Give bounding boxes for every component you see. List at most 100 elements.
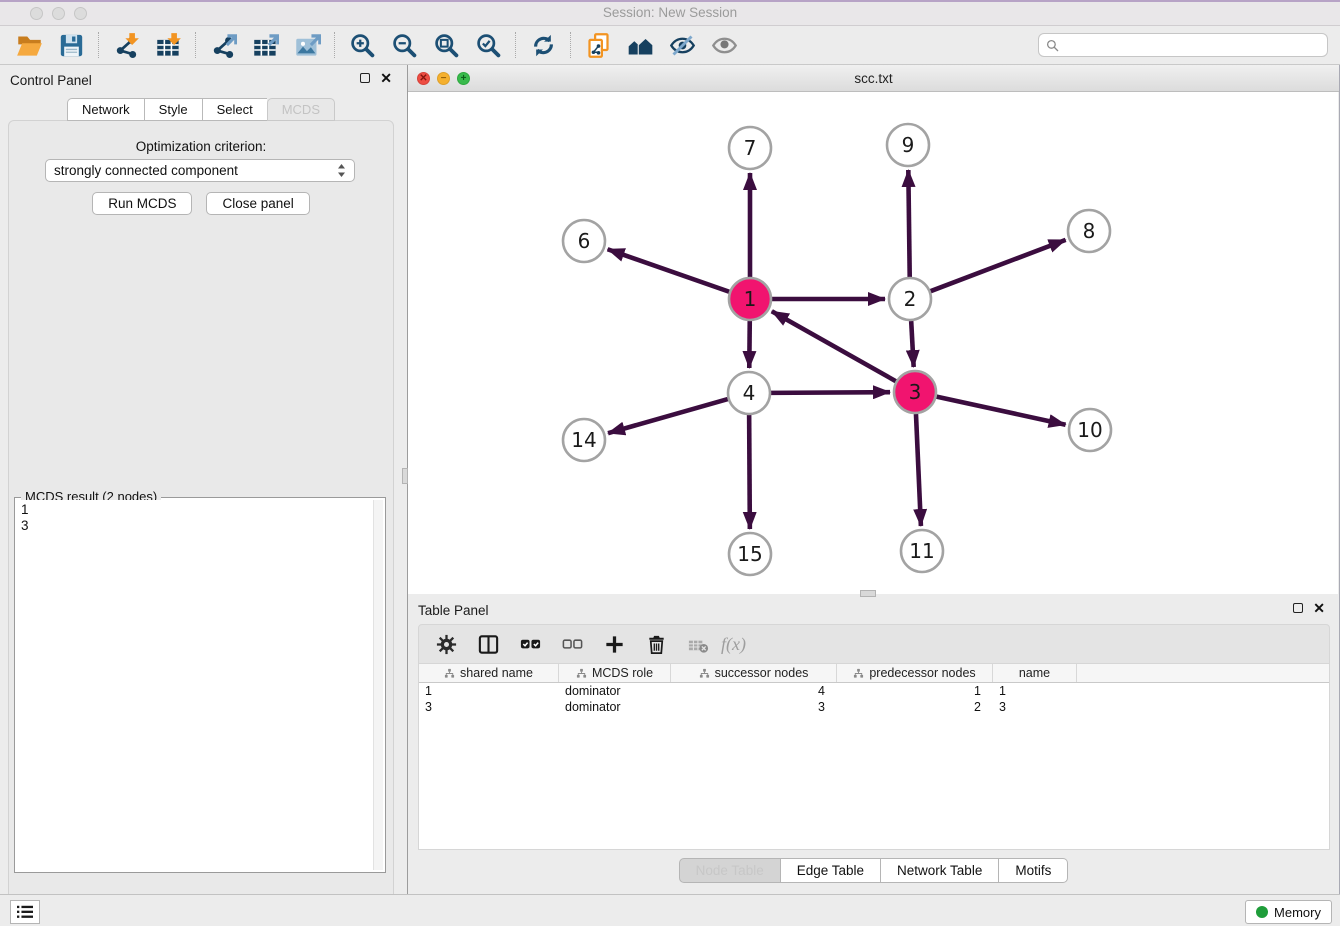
table-toolbar: f(x) bbox=[418, 624, 1330, 664]
table-row[interactable]: 1dominator411 bbox=[419, 683, 1329, 699]
mcds-result-box: MCDS result (2 nodes) 13 bbox=[14, 497, 386, 873]
table-panel-float-icon[interactable] bbox=[1293, 603, 1303, 613]
network-window-titlebar[interactable]: ✕ − + scc.txt bbox=[408, 65, 1339, 92]
graph-node-label-11: 11 bbox=[909, 539, 934, 563]
zoom-fit-icon[interactable] bbox=[425, 29, 467, 61]
refresh-view-icon[interactable] bbox=[522, 29, 564, 61]
control-tab-select[interactable]: Select bbox=[202, 98, 267, 121]
function-builder-icon[interactable]: f(x) bbox=[721, 634, 746, 655]
delete-rows-icon[interactable] bbox=[637, 629, 675, 659]
memory-label: Memory bbox=[1274, 905, 1321, 920]
edge-4-15[interactable] bbox=[749, 415, 750, 529]
table-tab-edge-table[interactable]: Edge Table bbox=[781, 858, 881, 883]
optimization-criterion-select[interactable]: strongly connected component bbox=[45, 159, 355, 182]
search-input[interactable] bbox=[1064, 35, 1327, 55]
column-header-MCDS-role[interactable]: MCDS role bbox=[559, 664, 671, 682]
export-network-icon[interactable] bbox=[202, 29, 244, 61]
toolbar-separator bbox=[570, 32, 571, 58]
column-header-predecessor-nodes[interactable]: predecessor nodes bbox=[837, 664, 993, 682]
save-session-icon[interactable] bbox=[50, 29, 92, 61]
edge-2-3[interactable] bbox=[911, 321, 913, 367]
network-canvas[interactable]: 7968124314101511 bbox=[408, 92, 1338, 594]
toolbar-separator bbox=[195, 32, 196, 58]
edge-3-1[interactable] bbox=[772, 311, 896, 381]
table-cell: 2 bbox=[837, 699, 993, 715]
mcds-result-list[interactable]: 13 bbox=[17, 500, 373, 870]
toolbar-separator bbox=[98, 32, 99, 58]
import-table-icon[interactable] bbox=[147, 29, 189, 61]
zoom-in-icon[interactable] bbox=[341, 29, 383, 61]
horizontal-splitter-handle[interactable] bbox=[860, 590, 876, 597]
column-layout-icon[interactable] bbox=[469, 629, 507, 659]
table-settings-icon[interactable] bbox=[427, 629, 465, 659]
control-panel-float-icon[interactable] bbox=[360, 73, 370, 83]
show-all-icon[interactable] bbox=[703, 29, 745, 61]
control-tab-style[interactable]: Style bbox=[144, 98, 202, 121]
table-cell: 1 bbox=[837, 683, 993, 699]
column-sort-icon bbox=[699, 668, 710, 679]
table-tab-motifs[interactable]: Motifs bbox=[999, 858, 1068, 883]
table-tab-node-table[interactable]: Node Table bbox=[679, 858, 781, 883]
export-table-icon[interactable] bbox=[244, 29, 286, 61]
table-cell: 4 bbox=[671, 683, 837, 699]
table-panel: Table Panel ✕ f(x) shared nameMCDS roles… bbox=[408, 594, 1340, 894]
edge-1-6[interactable] bbox=[608, 249, 730, 291]
table-cell: dominator bbox=[559, 683, 671, 699]
clear-row-selection-icon[interactable] bbox=[553, 629, 591, 659]
edge-2-9[interactable] bbox=[908, 170, 909, 277]
add-row-icon[interactable] bbox=[595, 629, 633, 659]
close-panel-button[interactable]: Close panel bbox=[206, 192, 309, 215]
edge-4-3[interactable] bbox=[771, 392, 890, 393]
select-all-rows-icon[interactable] bbox=[511, 629, 549, 659]
table-cell: dominator bbox=[559, 699, 671, 715]
table-cell: 1 bbox=[419, 683, 559, 699]
edge-1-4[interactable] bbox=[749, 321, 750, 368]
graph-node-label-8: 8 bbox=[1083, 219, 1096, 243]
table-row[interactable]: 3dominator323 bbox=[419, 699, 1329, 715]
zoom-out-icon[interactable] bbox=[383, 29, 425, 61]
export-image-icon[interactable] bbox=[286, 29, 328, 61]
column-header-shared-name[interactable]: shared name bbox=[419, 664, 559, 682]
optimization-criterion-label: Optimization criterion: bbox=[0, 139, 402, 154]
column-header-name[interactable]: name bbox=[993, 664, 1077, 682]
graph-node-label-6: 6 bbox=[578, 229, 591, 253]
run-mcds-button[interactable]: Run MCDS bbox=[92, 192, 192, 215]
graph-node-label-1: 1 bbox=[744, 287, 757, 311]
table-panel-tabs: Node TableEdge TableNetwork TableMotifs bbox=[408, 858, 1339, 883]
mcds-result-line: 1 bbox=[21, 502, 369, 518]
edge-3-10[interactable] bbox=[936, 397, 1065, 425]
optimization-criterion-value: strongly connected component bbox=[54, 163, 337, 178]
status-bar: Memory bbox=[0, 894, 1340, 926]
control-panel: Control Panel ✕ NetworkStyleSelectMCDS O… bbox=[0, 65, 402, 894]
column-sort-icon bbox=[576, 668, 587, 679]
mcds-result-scrollbar[interactable] bbox=[373, 500, 383, 870]
edge-3-11[interactable] bbox=[916, 414, 921, 526]
search-box[interactable] bbox=[1038, 33, 1328, 57]
search-icon bbox=[1046, 39, 1059, 52]
graph-node-label-9: 9 bbox=[902, 133, 915, 157]
toolbar-separator bbox=[334, 32, 335, 58]
network-from-selection-icon[interactable] bbox=[577, 29, 619, 61]
zoom-selected-icon[interactable] bbox=[467, 29, 509, 61]
edge-4-14[interactable] bbox=[608, 399, 728, 433]
table-panel-title: Table Panel bbox=[418, 603, 489, 618]
graph-node-label-15: 15 bbox=[737, 542, 762, 566]
control-panel-close-icon[interactable]: ✕ bbox=[380, 73, 392, 83]
edge-2-8[interactable] bbox=[931, 240, 1066, 291]
memory-status-icon bbox=[1256, 906, 1268, 918]
graph-node-label-2: 2 bbox=[904, 287, 917, 311]
table-tab-network-table[interactable]: Network Table bbox=[881, 858, 999, 883]
control-tab-mcds[interactable]: MCDS bbox=[267, 98, 335, 121]
delete-table-icon[interactable] bbox=[679, 629, 717, 659]
column-header-successor-nodes[interactable]: successor nodes bbox=[671, 664, 837, 682]
table-panel-close-icon[interactable]: ✕ bbox=[1313, 603, 1325, 613]
import-network-icon[interactable] bbox=[105, 29, 147, 61]
open-session-icon[interactable] bbox=[8, 29, 50, 61]
control-tab-network[interactable]: Network bbox=[67, 98, 144, 121]
memory-button[interactable]: Memory bbox=[1245, 900, 1332, 924]
table-cell: 3 bbox=[993, 699, 1077, 715]
hide-selected-icon[interactable] bbox=[661, 29, 703, 61]
network-window-title: scc.txt bbox=[408, 71, 1339, 86]
task-history-button[interactable] bbox=[10, 900, 40, 924]
home-icon[interactable] bbox=[619, 29, 661, 61]
